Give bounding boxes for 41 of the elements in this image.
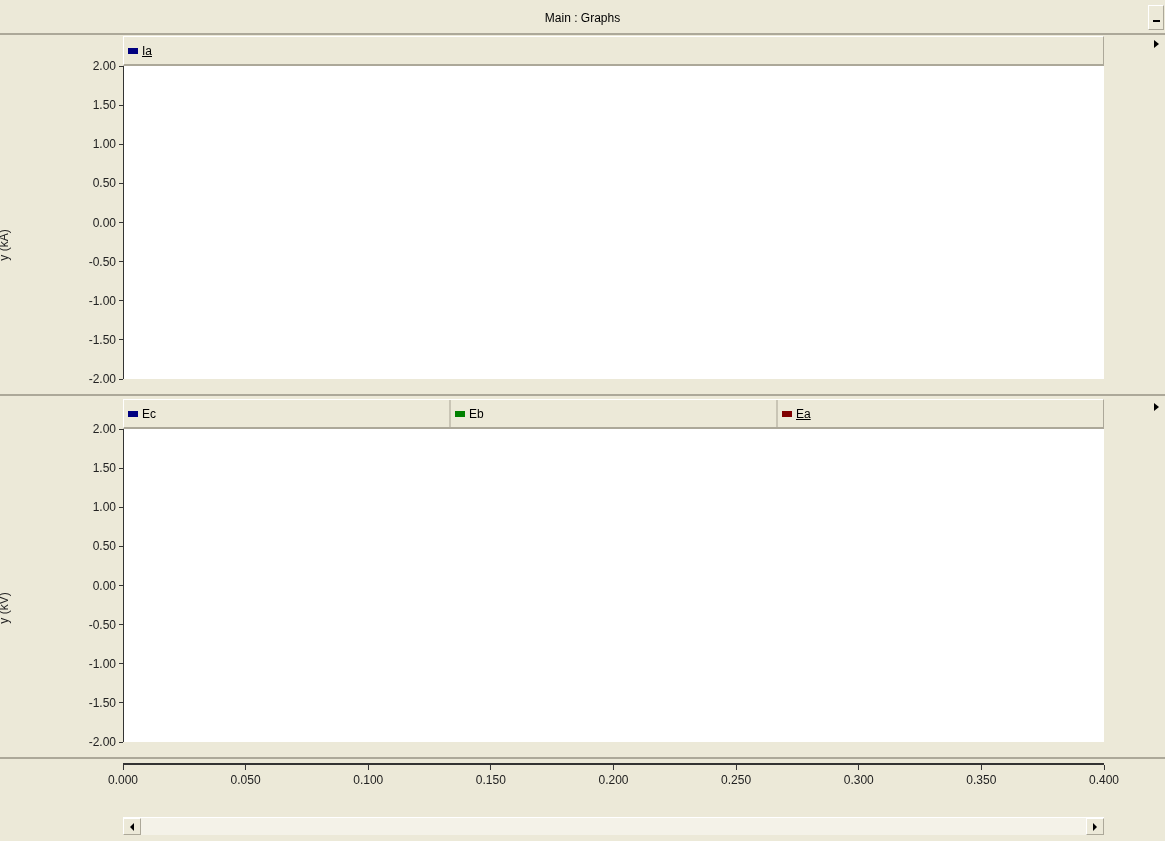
minimize-icon (1152, 19, 1160, 22)
y-tick-label: 0.00 (92, 579, 116, 592)
x-tick-label: 0.400 (1089, 774, 1119, 786)
legend-label[interactable]: Ia (142, 41, 152, 60)
y-tick-label: 1.00 (92, 501, 116, 514)
x-tick-label: 0.350 (966, 774, 997, 786)
y-tick-label: -2.00 (88, 736, 116, 748)
expand-arrow-icon[interactable] (1154, 403, 1159, 411)
legend-label[interactable]: Eb (469, 404, 484, 423)
y-tick-label: -0.50 (88, 618, 116, 631)
legend-label[interactable]: Ea (796, 404, 811, 423)
y-tick-label: 1.00 (92, 138, 116, 151)
x-tick-label: 0.050 (230, 774, 261, 786)
y-tick-label: 0.00 (92, 216, 116, 229)
x-tick-label: 0.150 (475, 774, 506, 786)
y-tick-label: 1.50 (92, 99, 116, 112)
y-tick-label: 2.00 (92, 423, 116, 435)
y-tick-label: 0.50 (92, 540, 116, 553)
y-tick-label: -0.50 (88, 255, 116, 268)
expand-arrow-icon[interactable] (1154, 40, 1159, 48)
y-tick-label: -1.00 (88, 657, 116, 670)
x-tick-label: 0.000 (108, 774, 138, 786)
y-tick-label: -1.00 (88, 294, 116, 307)
y-tick-label: -2.00 (88, 373, 116, 385)
horizontal-scrollbar[interactable] (123, 817, 1104, 835)
x-tick-label: 0.250 (721, 774, 752, 786)
y-tick-label: 2.00 (92, 60, 116, 72)
legend-label[interactable]: Ec (142, 404, 156, 423)
minimize-button[interactable] (1148, 5, 1164, 30)
y-tick-label: 0.50 (92, 177, 116, 190)
window-title: Main : Graphs (544, 10, 621, 27)
y-tick-label: 1.50 (92, 462, 116, 475)
x-tick-label: 0.100 (353, 774, 384, 786)
scroll-left-button[interactable] (123, 818, 141, 835)
y-tick-label: -1.50 (88, 696, 116, 709)
y-tick-label: -1.50 (88, 333, 116, 346)
x-tick-label: 0.200 (598, 774, 629, 786)
x-tick-label: 0.300 (843, 774, 874, 786)
left-arrow-icon (130, 822, 134, 831)
right-arrow-icon (1093, 822, 1097, 831)
scroll-right-button[interactable] (1086, 818, 1104, 835)
